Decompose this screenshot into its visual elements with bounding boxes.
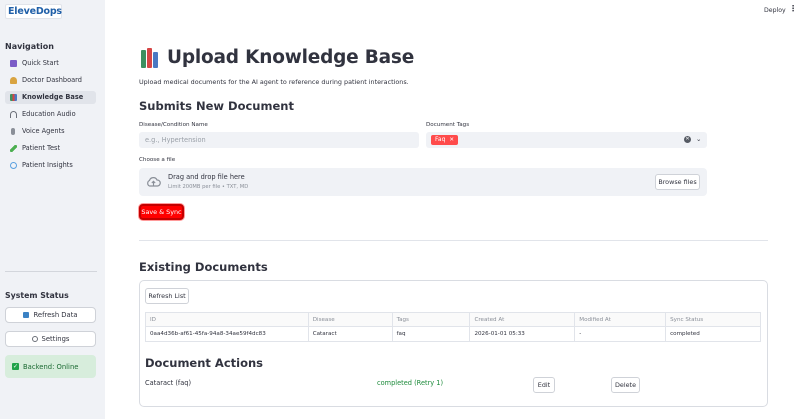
file-dropzone[interactable]: Drag and drop file here Limit 200MB per … [139,168,707,196]
disease-label: Disease/Condition Name [139,122,208,128]
edit-button[interactable]: Edit [533,377,555,393]
document-actions-heading: Document Actions [145,356,264,370]
column-header[interactable]: Disease [308,312,393,327]
sidebar-item-patient-test[interactable]: Patient Test [5,142,96,155]
insights-icon [10,162,17,169]
dropzone-text: Drag and drop file here [168,173,245,181]
gear-icon [31,336,38,342]
system-status-title: System Status [5,291,69,300]
table-cell: faq [392,326,471,342]
test-tube-icon [10,145,17,152]
existing-documents-heading: Existing Documents [139,260,268,274]
table-cell: 2026-01-01 05:33 [469,326,576,342]
sidebar-item-voice-agents[interactable]: Voice Agents [5,125,96,138]
deploy-button[interactable]: Deploy [764,7,786,14]
documents-table: ID Disease Tags Created At Modified At S… [145,312,761,342]
submit-heading: Submits New Document [139,99,294,113]
tag-label: Faq [435,136,446,143]
book-icon [10,60,17,67]
sidebar-item-knowledge-base[interactable]: Knowledge Base [5,91,96,104]
sidebar-item-label: Patient Test [22,144,61,152]
action-item-status: completed (Retry 1) [377,379,444,387]
table-cell: Cataract [308,326,393,342]
disease-input[interactable]: e.g., Hypertension [139,132,419,148]
sidebar: EleveDops Navigation Quick Start Doctor … [0,0,105,419]
save-sync-button[interactable]: Save & Sync [139,204,184,220]
tag-chip[interactable]: Faq ✕ [431,135,459,145]
file-label: Choose a file [139,157,176,163]
headphones-icon [10,111,17,118]
refresh-data-button[interactable]: Refresh Data [5,307,96,323]
sidebar-item-quick-start[interactable]: Quick Start [5,57,96,70]
remove-tag-icon[interactable]: ✕ [449,137,454,143]
column-header[interactable]: Created At [469,312,576,327]
table-cell: 0aa4d36b-af61-45fa-94a8-34ae59f4dc83 [145,326,309,342]
refresh-data-label: Refresh Data [33,311,78,319]
sidebar-item-label: Voice Agents [22,127,65,135]
settings-button[interactable]: Settings [5,331,96,347]
table-row[interactable]: 0aa4d36b-af61-45fa-94a8-34ae59f4dc83 Cat… [145,326,761,342]
column-header[interactable]: Sync Status [665,312,761,327]
doctor-icon [10,77,17,84]
sidebar-item-label: Quick Start [22,59,59,67]
refresh-list-button[interactable]: Refresh List [145,288,189,304]
refresh-icon [23,312,30,318]
section-divider [139,240,768,241]
column-header[interactable]: ID [145,312,309,327]
settings-label: Settings [41,335,70,343]
dropzone-subtext: Limit 200MB per file • TXT, MD [168,184,249,190]
clear-icon[interactable]: ✕ [684,136,691,143]
delete-button[interactable]: Delete [611,377,640,393]
sidebar-item-education-audio[interactable]: Education Audio [5,108,96,121]
action-item-label: Cataract (faq) [145,379,192,387]
sidebar-item-label: Patient Insights [22,161,73,169]
kebab-menu-icon[interactable]: ⋮ [789,5,797,13]
navigation-title: Navigation [5,42,54,51]
app-logo: EleveDops [5,4,62,19]
sidebar-item-label: Knowledge Base [22,93,84,101]
books-icon [141,47,159,68]
sidebar-item-patient-insights[interactable]: Patient Insights [5,159,96,172]
check-icon: ✓ [12,363,19,370]
tags-multiselect[interactable]: Faq ✕ ✕ ⌄ [426,132,707,148]
sidebar-divider [5,271,97,272]
page-title-row: Upload Knowledge Base [141,47,414,68]
backend-status-badge: ✓ Backend: Online [5,355,96,378]
browse-files-button[interactable]: Browse files [655,174,700,190]
table-header-row: ID Disease Tags Created At Modified At S… [145,312,761,327]
documents-card [139,280,768,407]
table-cell: completed [670,331,700,337]
sidebar-item-doctor-dashboard[interactable]: Doctor Dashboard [5,74,96,87]
books-icon [10,94,17,101]
chevron-down-icon[interactable]: ⌄ [696,135,701,143]
page-description: Upload medical documents for the AI agen… [139,78,409,86]
page-title: Upload Knowledge Base [167,47,415,68]
column-header[interactable]: Modified At [574,312,667,327]
microphone-icon [11,128,15,135]
tags-label: Document Tags [426,122,470,128]
backend-status-text: Backend: Online [23,362,79,371]
cloud-upload-icon [147,177,161,187]
column-header[interactable]: Tags [392,312,471,327]
sidebar-item-label: Education Audio [22,110,76,118]
table-cell: - [574,326,667,342]
sidebar-item-label: Doctor Dashboard [22,76,82,84]
